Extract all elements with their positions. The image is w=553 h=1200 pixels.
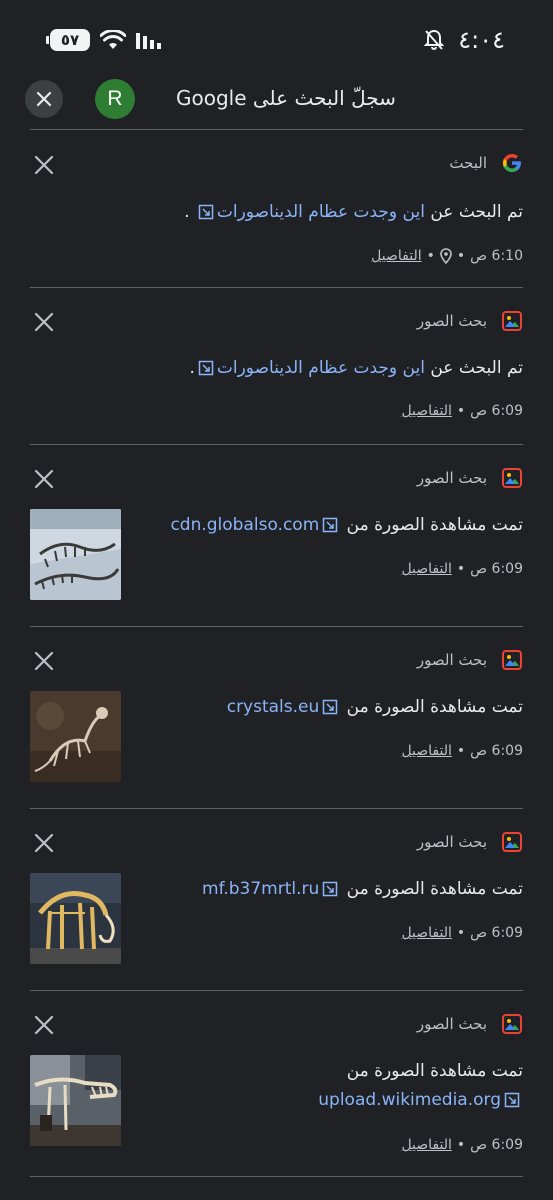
source-site-link[interactable]: crystals.eu	[227, 697, 320, 717]
location-pin-icon	[440, 248, 452, 264]
fossil-image	[30, 691, 121, 782]
timestamp: 6:10 ص	[470, 248, 523, 264]
entry-text: تمت مشاهدة الصورة من	[346, 1061, 523, 1081]
timestamp: 6:09 ص	[470, 403, 523, 419]
mammoth-skeleton-image	[30, 873, 121, 964]
entry-meta: 6:10 ص • • التفاصيل	[371, 248, 523, 264]
source-label: بحث الصور	[416, 833, 487, 851]
thumbnail-image[interactable]	[30, 1055, 121, 1146]
image-search-icon	[502, 650, 522, 670]
details-link[interactable]: التفاصيل	[401, 1137, 451, 1153]
history-entry: بحث الصور تمت مشاهدة الصورة من crystals.…	[0, 627, 553, 808]
timestamp: 6:09 ص	[470, 561, 523, 577]
dinosaur-skeleton-image	[30, 509, 121, 600]
open-external-icon	[198, 360, 214, 376]
avatar-letter: R	[107, 87, 123, 110]
entry-meta: 6:09 ص • التفاصيل	[401, 925, 523, 941]
open-external-icon	[198, 204, 214, 220]
page-title: سجلّ البحث على Google	[176, 86, 396, 110]
details-link[interactable]: التفاصيل	[401, 743, 451, 759]
delete-entry-icon[interactable]	[34, 651, 54, 671]
details-link[interactable]: التفاصيل	[371, 248, 421, 264]
entry-text-line2: upload.wikimedia.org	[318, 1090, 523, 1110]
source-site-link[interactable]: mf.b37mrtl.ru	[202, 879, 319, 899]
history-entry: بحث الصور تمت مشاهدة الصورة من upload.wi…	[0, 991, 553, 1176]
timestamp: 6:09 ص	[470, 925, 523, 941]
image-search-icon	[502, 311, 522, 331]
entry-meta: 6:09 ص • التفاصيل	[401, 403, 523, 419]
timestamp: 6:09 ص	[470, 1137, 523, 1153]
timestamp: 6:09 ص	[470, 743, 523, 759]
entry-meta: 6:09 ص • التفاصيل	[401, 561, 523, 577]
battery-icon: ٥٧	[46, 29, 90, 51]
source-site-link[interactable]: cdn.globalso.com	[170, 515, 319, 535]
battery-level: ٥٧	[60, 31, 80, 49]
open-external-icon	[504, 1092, 520, 1108]
museum-dinosaur-image	[30, 1055, 121, 1146]
open-external-icon	[323, 517, 338, 533]
search-query-link[interactable]: اين وجدت عظام الديناصورات	[217, 202, 425, 222]
entry-text: تم البحث عن اين وجدت عظام الديناصورات .	[184, 202, 523, 222]
entry-meta: 6:09 ص • التفاصيل	[401, 1137, 523, 1153]
entry-text: تمت مشاهدة الصورة من crystals.eu	[226, 697, 523, 717]
delete-entry-icon[interactable]	[34, 469, 54, 489]
clock: ٤:٠٤	[458, 26, 505, 54]
history-entry: البحث تم البحث عن اين وجدت عظام الديناصو…	[0, 130, 553, 287]
signal-icon	[136, 33, 161, 49]
source-label: بحث الصور	[416, 651, 487, 669]
search-query-link[interactable]: اين وجدت عظام الديناصورات	[217, 358, 425, 378]
delete-entry-icon[interactable]	[34, 312, 54, 332]
bell-muted-icon	[424, 29, 445, 50]
thumbnail-image[interactable]	[30, 873, 121, 964]
history-entry: بحث الصور تم البحث عن اين وجدت عظام الدي…	[0, 288, 553, 444]
avatar[interactable]: R	[95, 79, 135, 119]
details-link[interactable]: التفاصيل	[401, 561, 451, 577]
source-label: بحث الصور	[416, 312, 487, 330]
thumbnail-image[interactable]	[30, 509, 121, 600]
image-search-icon	[502, 1014, 522, 1034]
close-button[interactable]	[25, 80, 63, 118]
image-search-icon	[502, 832, 522, 852]
entry-meta: 6:09 ص • التفاصيل	[401, 743, 523, 759]
details-link[interactable]: التفاصيل	[401, 403, 451, 419]
entry-text: تمت مشاهدة الصورة من cdn.globalso.com	[170, 515, 523, 535]
image-search-icon	[502, 468, 522, 488]
header: R سجلّ البحث على Google	[0, 76, 553, 126]
wifi-icon	[100, 30, 126, 49]
divider	[30, 1176, 523, 1177]
status-bar: ٥٧ ٤:٠٤	[0, 0, 553, 80]
google-g-icon	[503, 154, 521, 172]
source-site-link[interactable]: upload.wikimedia.org	[318, 1090, 501, 1110]
source-label: بحث الصور	[416, 469, 487, 487]
entry-text: تم البحث عن اين وجدت عظام الديناصورات.	[189, 358, 523, 378]
close-icon	[36, 91, 52, 107]
details-link[interactable]: التفاصيل	[401, 925, 451, 941]
open-external-icon	[323, 699, 338, 715]
source-label: بحث الصور	[416, 1015, 487, 1033]
open-external-icon	[323, 881, 338, 897]
entry-text: تمت مشاهدة الصورة من mf.b37mrtl.ru	[202, 879, 523, 899]
history-entry: بحث الصور تمت مشاهدة الصورة من mf.b37mrt…	[0, 809, 553, 990]
delete-entry-icon[interactable]	[34, 1015, 54, 1035]
delete-entry-icon[interactable]	[34, 833, 54, 853]
source-label: البحث	[449, 154, 487, 172]
thumbnail-image[interactable]	[30, 691, 121, 782]
history-entry: بحث الصور تمت مشاهدة الصورة من cdn.globa…	[0, 445, 553, 626]
delete-entry-icon[interactable]	[34, 155, 54, 175]
